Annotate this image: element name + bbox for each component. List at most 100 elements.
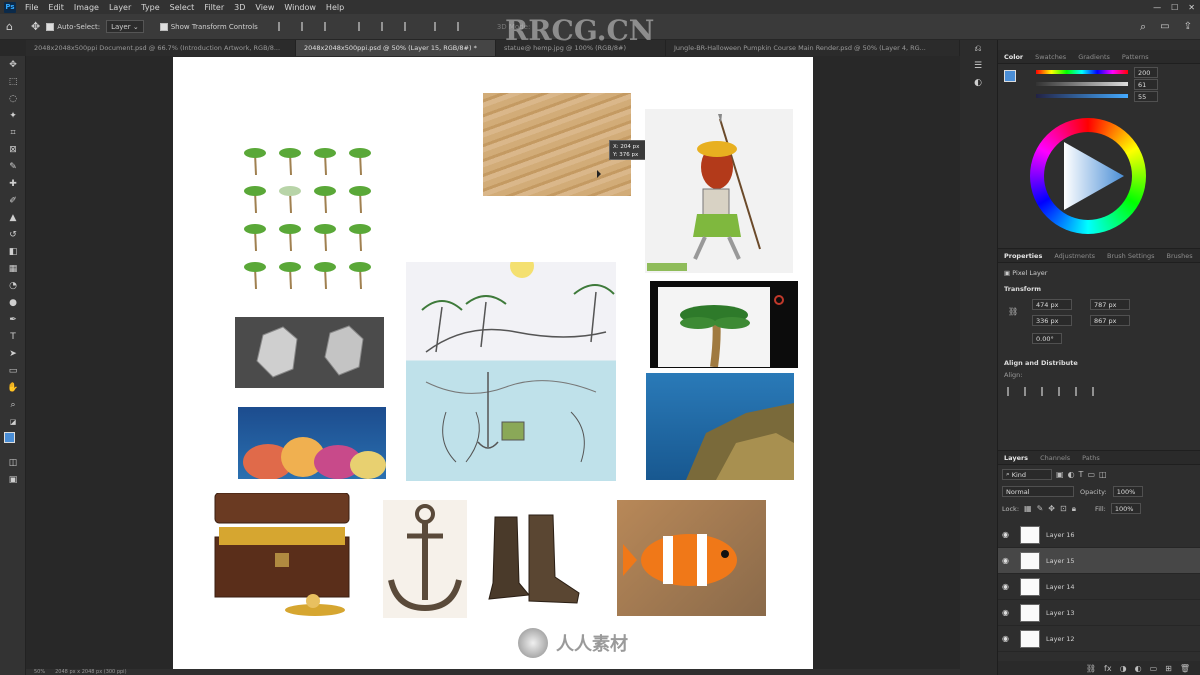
kind-filter[interactable]: ⌕ Kind <box>1002 469 1052 480</box>
eyedropper-tool-icon[interactable]: ✎ <box>0 158 26 175</box>
align-center-icon[interactable] <box>300 22 312 31</box>
treasure-chest-image[interactable] <box>213 492 351 616</box>
align-right-edges-icon[interactable] <box>1041 387 1052 396</box>
menu-image[interactable]: Image <box>69 3 104 12</box>
move-tool-icon[interactable]: ✥ <box>31 19 40 35</box>
menu-layer[interactable]: Layer <box>104 3 136 12</box>
share-icon[interactable]: ⇪ <box>1184 19 1192 35</box>
green-slider[interactable] <box>1036 82 1128 86</box>
history-brush-tool-icon[interactable]: ↺ <box>0 226 26 243</box>
trash-icon[interactable]: 🗑︎ <box>1180 664 1190 673</box>
opacity-field[interactable]: 100% <box>1112 486 1143 497</box>
red-slider[interactable] <box>1036 70 1128 74</box>
align-bottom-edges-icon[interactable] <box>1092 387 1103 396</box>
layer-row[interactable]: ◉ Layer 13 <box>998 600 1200 626</box>
tab-layers[interactable]: Layers <box>998 454 1034 462</box>
hand-tool-icon[interactable]: ✋ <box>0 379 26 396</box>
close-icon[interactable]: ✕ <box>1183 3 1200 12</box>
pen-tool-icon[interactable]: ✒ <box>0 311 26 328</box>
width-field[interactable]: 474 px <box>1032 299 1072 310</box>
dodge-tool-icon[interactable]: ● <box>0 294 26 311</box>
palm-tree-photo-image[interactable] <box>650 281 798 368</box>
menu-select[interactable]: Select <box>165 3 200 12</box>
tab-gradients[interactable]: Gradients <box>1072 53 1116 61</box>
filter-adjust-icon[interactable]: ◐ <box>1068 470 1075 479</box>
align-top-edges-icon[interactable] <box>1058 387 1069 396</box>
menu-edit[interactable]: Edit <box>43 3 69 12</box>
zoom-tool-icon[interactable]: ⌕ <box>0 396 26 413</box>
tab-swatches[interactable]: Swatches <box>1029 53 1072 61</box>
tab-channels[interactable]: Channels <box>1034 454 1076 462</box>
libraries-panel-icon[interactable]: ☰ <box>960 57 996 74</box>
tab-brush-settings[interactable]: Brush Settings <box>1101 252 1160 260</box>
visibility-eye-icon[interactable]: ◉ <box>1002 634 1014 643</box>
tab-patterns[interactable]: Patterns <box>1116 53 1155 61</box>
red-value[interactable]: 200 <box>1134 67 1158 78</box>
filter-smart-icon[interactable]: ◫ <box>1099 470 1107 479</box>
align-vertical-centers-icon[interactable] <box>1075 387 1086 396</box>
brush-tool-icon[interactable]: ✐ <box>0 192 26 209</box>
align-horizontal-centers-icon[interactable] <box>1024 387 1035 396</box>
visibility-eye-icon[interactable]: ◉ <box>1002 530 1014 539</box>
menu-help[interactable]: Help <box>321 3 349 12</box>
distribute-vertical-icon[interactable] <box>456 22 468 31</box>
align-left-icon[interactable] <box>277 22 289 31</box>
menu-filter[interactable]: Filter <box>199 3 229 12</box>
underwater-reef-image[interactable] <box>646 373 794 480</box>
clownfish-image[interactable] <box>617 500 766 616</box>
document-canvas[interactable]: X: 204 px Y: 376 px 人人素材 <box>173 57 813 669</box>
menu-type[interactable]: Type <box>136 3 164 12</box>
lasso-tool-icon[interactable]: ◌ <box>0 90 26 107</box>
doc-tab-4[interactable]: Jungle-BR-Halloween Pumpkin Course Main … <box>666 40 960 56</box>
maximize-icon[interactable]: ☐ <box>1166 3 1183 12</box>
coral-reef-image[interactable] <box>238 407 386 480</box>
menu-window[interactable]: Window <box>279 3 321 12</box>
green-value[interactable]: 61 <box>1134 79 1158 90</box>
doc-tab-1[interactable]: 2048x2048x500ppi Document.psd @ 66.7% (I… <box>26 40 296 56</box>
layer-row[interactable]: ◉ Layer 16 <box>998 522 1200 548</box>
visibility-eye-icon[interactable]: ◉ <box>1002 556 1014 565</box>
color-swatches[interactable] <box>0 430 25 454</box>
blend-mode-dropdown[interactable]: Normal <box>1002 486 1074 497</box>
clone-stamp-tool-icon[interactable]: ▲ <box>0 209 26 226</box>
history-panel-icon[interactable]: ⎌ <box>960 40 996 57</box>
workspace-icon[interactable]: ▭ <box>1160 19 1169 35</box>
doc-tab-2[interactable]: 2048x2048x500ppi.psd @ 50% (Layer 15, RG… <box>296 40 496 56</box>
tribal-character-image[interactable] <box>645 109 793 273</box>
align-middle-icon[interactable] <box>380 22 392 31</box>
minimize-icon[interactable]: — <box>1148 3 1166 12</box>
filter-type-icon[interactable]: T <box>1079 470 1084 479</box>
zoom-level[interactable]: 50% <box>34 669 45 675</box>
show-transform-checkbox[interactable]: Show Transform Controls <box>159 19 258 35</box>
auto-select-dropdown[interactable]: Layer ⌄ <box>106 20 144 33</box>
x-field[interactable]: 787 px <box>1090 299 1130 310</box>
layer-row-selected[interactable]: ◉ Layer 15 <box>998 548 1200 574</box>
screen-mode-icon[interactable]: ▣ <box>0 471 26 488</box>
link-layers-icon[interactable]: ⛓ <box>1086 664 1096 673</box>
boots-image[interactable] <box>483 513 583 613</box>
blur-tool-icon[interactable]: ◔ <box>0 277 26 294</box>
marquee-tool-icon[interactable]: ⬚ <box>0 73 26 90</box>
new-fill-layer-icon[interactable]: ◐ <box>1135 664 1142 673</box>
fx-icon[interactable]: fx <box>1104 664 1112 673</box>
filter-pixel-icon[interactable]: ▣ <box>1056 470 1064 479</box>
lock-transparent-icon[interactable]: ▦ <box>1024 504 1032 513</box>
anchor-image[interactable] <box>383 500 467 618</box>
magic-wand-tool-icon[interactable]: ✦ <box>0 107 26 124</box>
lock-position-icon[interactable]: ✥ <box>1048 504 1055 513</box>
frame-tool-icon[interactable]: ⊠ <box>0 141 26 158</box>
layer-row[interactable]: ◉ Layer 12 <box>998 626 1200 652</box>
island-sketch-image[interactable] <box>406 254 616 481</box>
tab-brushes[interactable]: Brushes <box>1161 252 1199 260</box>
quick-mask-icon[interactable]: ◫ <box>0 454 26 471</box>
auto-select-checkbox[interactable]: Auto-Select: <box>46 19 100 35</box>
blue-value[interactable]: 55 <box>1134 91 1158 102</box>
default-colors-icon[interactable]: ◪ <box>0 413 26 430</box>
crop-tool-icon[interactable]: ⌗ <box>0 124 26 141</box>
visibility-eye-icon[interactable]: ◉ <box>1002 608 1014 617</box>
tab-paths[interactable]: Paths <box>1076 454 1106 462</box>
doc-tab-3[interactable]: statue@ hemp.jpg @ 100% (RGB/8#) <box>496 40 666 56</box>
tab-color[interactable]: Color <box>998 53 1029 61</box>
foreground-swatch-icon[interactable] <box>1004 70 1016 82</box>
fill-field[interactable]: 100% <box>1110 503 1141 514</box>
